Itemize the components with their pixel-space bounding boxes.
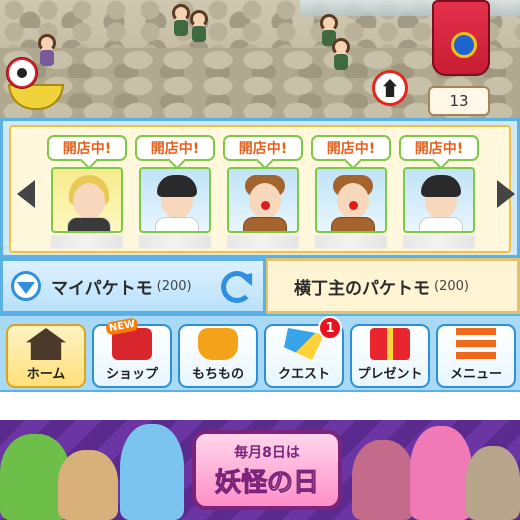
friend-card[interactable]: 開店中!: [223, 135, 303, 253]
tab-my-paketomo[interactable]: マイパケトモ (200): [0, 258, 266, 314]
character[interactable]: [188, 10, 210, 44]
shop-bag-icon: NEW: [105, 317, 152, 360]
counter-display: 13: [428, 86, 490, 116]
friend-card[interactable]: 開店中!: [135, 135, 215, 253]
tab-count: (200): [156, 278, 192, 294]
open-status-tag: 開店中!: [399, 135, 479, 161]
nav-items-button[interactable]: もちもの: [178, 324, 258, 388]
eyeball-yokai[interactable]: [7, 58, 37, 88]
character[interactable]: [330, 38, 352, 72]
nav-label: ホーム: [26, 367, 66, 382]
new-badge: NEW: [105, 317, 140, 336]
friend-card[interactable]: 開店中!: [311, 135, 391, 253]
tab-count: (200): [434, 278, 469, 294]
tab-label: マイパケトモ: [51, 278, 153, 299]
nav-label: クエスト: [277, 367, 330, 382]
friend-avatar: [139, 167, 211, 233]
bottom-nav: ホーム NEW ショップ もちもの クエスト プレゼント メニュー: [0, 314, 520, 392]
house-icon: [26, 328, 66, 360]
nav-shop-button[interactable]: NEW ショップ: [92, 317, 172, 388]
quest-flag-icon: [284, 328, 324, 360]
friend-avatar: [403, 167, 475, 233]
nav-label: プレゼント: [357, 367, 423, 382]
friend-avatar: [315, 167, 387, 233]
friend-name-blurred: [51, 235, 123, 249]
arrow-left-icon: [17, 180, 35, 208]
quest-notification-badge: 1: [318, 316, 342, 340]
yokai-character: [466, 446, 520, 520]
gift-icon: [370, 328, 410, 360]
nav-label: ショップ: [105, 367, 158, 382]
yokai-character: [352, 440, 414, 520]
pouch-icon: [198, 328, 238, 360]
tab-label: 横丁主のパケトモ: [294, 278, 430, 299]
friend-tabs: マイパケトモ (200) 横丁主のパケトモ (200): [0, 258, 520, 314]
friends-panel: 開店中! 開店中! 開店中! 開店中! 開店中!: [0, 118, 520, 258]
open-status-tag: 開店中!: [311, 135, 391, 161]
lantern-yokai[interactable]: [432, 0, 490, 76]
nav-home-button[interactable]: ホーム: [6, 324, 86, 388]
dropdown-arrow-icon[interactable]: [11, 271, 41, 301]
character[interactable]: [36, 34, 58, 68]
banner-title: 妖怪の日: [214, 467, 319, 498]
shrine-icon: [383, 79, 397, 97]
friend-card[interactable]: 開店中!: [399, 135, 479, 253]
nav-menu-button[interactable]: メニュー: [436, 324, 516, 388]
friend-name-blurred: [315, 235, 387, 249]
open-status-tag: 開店中!: [135, 135, 215, 161]
tab-yokocho-paketomo[interactable]: 横丁主のパケトモ (200): [266, 258, 520, 314]
game-scene[interactable]: 13: [0, 0, 520, 118]
yokai-character: [58, 450, 118, 520]
nav-label: もちもの: [191, 367, 244, 382]
nav-label: メニュー: [449, 367, 502, 382]
refresh-icon[interactable]: [221, 271, 253, 303]
friend-avatar: [51, 167, 123, 233]
nav-present-button[interactable]: プレゼント: [350, 324, 430, 388]
shrine-button[interactable]: [372, 70, 408, 106]
friend-avatar: [227, 167, 299, 233]
prev-arrow-button[interactable]: [15, 177, 37, 211]
yokai-character: [120, 424, 184, 520]
yokai-character: [410, 426, 472, 520]
friends-list: 開店中! 開店中! 開店中! 開店中! 開店中!: [9, 125, 515, 253]
friend-name-blurred: [403, 235, 475, 249]
open-status-tag: 開店中!: [47, 135, 127, 161]
friend-card[interactable]: 開店中!: [47, 135, 127, 253]
banner-title-box: 毎月8日は 妖怪の日: [192, 430, 342, 510]
open-status-tag: 開店中!: [223, 135, 303, 161]
friend-name-blurred: [139, 235, 211, 249]
next-arrow-button[interactable]: [495, 177, 517, 211]
banner-subtitle: 毎月8日は: [234, 444, 300, 461]
friend-name-blurred: [227, 235, 299, 249]
menu-list-icon: [456, 328, 496, 360]
arrow-right-icon: [497, 180, 515, 208]
yokai-day-banner[interactable]: 毎月8日は 妖怪の日: [0, 420, 520, 520]
